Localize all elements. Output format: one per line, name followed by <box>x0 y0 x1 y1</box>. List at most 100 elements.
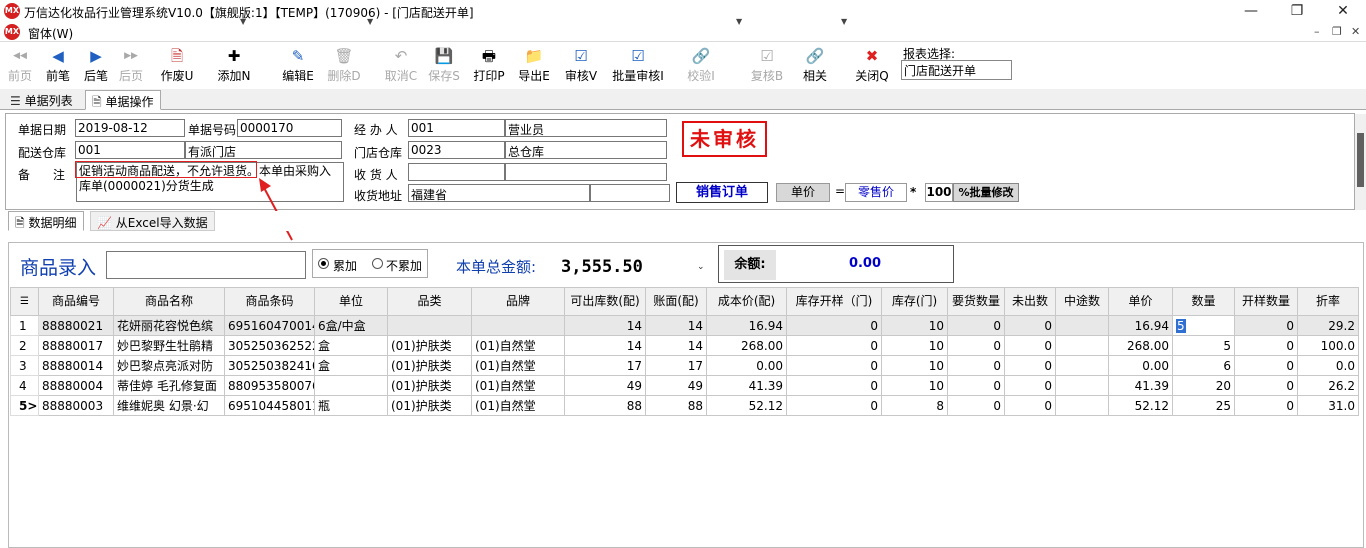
table-cell[interactable]: 695160470014 <box>224 315 315 336</box>
toolbar-button-link[interactable]: 🔗 相关 <box>799 45 831 87</box>
table-cell[interactable]: 0 <box>786 375 882 396</box>
column-header[interactable]: 库存(门) <box>881 287 948 316</box>
mdi-restore-icon[interactable]: ❐ <box>1332 25 1342 38</box>
form-scrollbar-thumb[interactable] <box>1357 133 1364 187</box>
table-cell[interactable]: 10 <box>881 315 948 336</box>
table-cell[interactable]: 0 <box>1004 315 1056 336</box>
table-cell[interactable]: 0.00 <box>706 355 787 376</box>
column-header[interactable]: 品类 <box>387 287 472 316</box>
table-cell[interactable]: 88 <box>645 395 707 416</box>
column-header[interactable]: 可出库数(配) <box>564 287 646 316</box>
selected-cell-text[interactable]: 5 <box>1176 318 1186 333</box>
tab-document-list[interactable]: ☰ 单据列表 <box>4 90 79 110</box>
table-cell[interactable]: (01)自然堂 <box>471 355 565 376</box>
table-cell[interactable]: 0 <box>1234 355 1298 376</box>
table-cell[interactable]: (01)护肤类 <box>387 375 472 396</box>
table-cell[interactable]: 49 <box>645 375 707 396</box>
column-header[interactable]: 品牌 <box>471 287 565 316</box>
table-cell[interactable]: (01)自然堂 <box>471 375 565 396</box>
column-header[interactable]: 要货数量 <box>947 287 1005 316</box>
table-cell[interactable] <box>1055 395 1109 416</box>
table-cell[interactable]: 0 <box>1004 355 1056 376</box>
table-cell[interactable]: (01)自然堂 <box>471 335 565 356</box>
handler-code-field[interactable]: 001 <box>408 119 505 137</box>
table-cell[interactable]: 10 <box>881 375 948 396</box>
table-cell[interactable]: 41.39 <box>706 375 787 396</box>
doc-no-field[interactable]: 0000170 <box>237 119 342 137</box>
table-cell[interactable]: 695104458011 <box>224 395 315 416</box>
table-cell[interactable]: 17 <box>564 355 646 376</box>
store-warehouse-name-field[interactable]: 总仓库 <box>505 141 667 159</box>
column-header[interactable]: 成本价(配) <box>706 287 787 316</box>
table-cell[interactable]: 10 <box>881 335 948 356</box>
toolbar-button-audit[interactable]: ☑ 审核V <box>563 45 599 87</box>
column-header[interactable]: 单位 <box>314 287 388 316</box>
table-cell[interactable]: 49 <box>564 375 646 396</box>
receiver-extra-field[interactable] <box>505 163 667 181</box>
address-extra-field[interactable] <box>590 184 670 202</box>
table-cell[interactable]: 88880021 <box>38 315 114 336</box>
table-cell[interactable]: 14 <box>645 315 707 336</box>
toolbar-button-prev-record[interactable]: ◀ 前笔 <box>41 45 75 87</box>
table-cell[interactable] <box>314 375 388 396</box>
row-header-corner[interactable]: ☰ <box>10 287 39 316</box>
table-row[interactable]: 4 88880004 蒂佳婷 毛孔修复面 880953580076 (01)护肤类 (01… <box>10 375 1359 396</box>
column-header[interactable]: 中途数 <box>1055 287 1109 316</box>
product-entry-input[interactable] <box>106 251 306 279</box>
table-cell[interactable]: 0 <box>947 335 1005 356</box>
menu-window[interactable]: 窗体(W) <box>28 25 73 42</box>
table-cell[interactable]: 8 <box>881 395 948 416</box>
toolbar-button-add[interactable]: ✚ 添加N <box>214 45 254 87</box>
table-cell[interactable]: 41.39 <box>1108 375 1173 396</box>
toolbar-button-close[interactable]: ✖ 关闭Q <box>852 45 892 87</box>
table-cell[interactable]: 0 <box>786 315 882 336</box>
row-header[interactable]: 3 <box>10 355 39 376</box>
toolbar-button-save[interactable]: 💾 保存S <box>424 45 464 87</box>
accumulate-radio[interactable] <box>318 258 329 269</box>
toolbar-button-next-record[interactable]: ▶ 后笔 <box>79 45 113 87</box>
row-header[interactable]: 1 <box>10 315 39 336</box>
column-header[interactable]: 商品条码 <box>224 287 315 316</box>
batch-modify-button[interactable]: %批量修改 <box>953 183 1019 202</box>
table-cell[interactable]: 88880003 <box>38 395 114 416</box>
table-cell[interactable]: 88880017 <box>38 335 114 356</box>
table-cell[interactable]: 0 <box>947 395 1005 416</box>
store-warehouse-code-field[interactable]: 0023 <box>408 141 505 159</box>
table-cell[interactable]: 268.00 <box>706 335 787 356</box>
column-header[interactable]: 库存开样（门) <box>786 287 882 316</box>
table-cell[interactable]: 0.00 <box>1108 355 1173 376</box>
toolbar-button-batch-audit[interactable]: ☑ 批量审核I <box>607 45 669 87</box>
table-cell[interactable]: 6盒/中盒 <box>314 315 388 336</box>
table-cell[interactable]: 蒂佳婷 毛孔修复面 <box>113 375 225 396</box>
table-cell[interactable]: 6 <box>1172 355 1235 376</box>
toolbar-button-next-page[interactable]: ▶▶ 后页 <box>116 45 146 87</box>
no-accumulate-radio[interactable] <box>372 258 383 269</box>
table-cell[interactable]: 妙巴黎点亮派对防 <box>113 355 225 376</box>
table-cell[interactable]: (01)护肤类 <box>387 335 472 356</box>
warehouse-code-field[interactable]: 001 <box>75 141 185 159</box>
tab-data-detail[interactable]: 🗎 数据明细 <box>8 211 84 231</box>
table-cell[interactable] <box>1055 375 1109 396</box>
table-cell[interactable]: 25 <box>1172 395 1235 416</box>
mdi-minimize-icon[interactable]: – <box>1314 25 1320 38</box>
warehouse-name-field[interactable]: 有派门店 <box>185 141 342 159</box>
table-cell[interactable]: 52.12 <box>706 395 787 416</box>
table-cell[interactable]: (01)护肤类 <box>387 355 472 376</box>
table-cell[interactable]: 88 <box>564 395 646 416</box>
price-type-select[interactable]: 零售价 <box>845 183 907 202</box>
table-row[interactable]: 5> 88880003 维维妮奥 幻景·幻 695104458011 瓶 (01)护肤类(… <box>10 395 1359 416</box>
table-cell[interactable] <box>1055 315 1109 336</box>
row-header[interactable]: 2 <box>10 335 39 356</box>
table-cell[interactable]: 5 <box>1172 335 1235 356</box>
table-cell[interactable]: 花妍丽花容悦色缤 <box>113 315 225 336</box>
table-cell[interactable]: 31.0 <box>1297 395 1359 416</box>
column-header[interactable]: 开样数量 <box>1234 287 1298 316</box>
table-cell[interactable]: 88880014 <box>38 355 114 376</box>
table-cell[interactable]: 0 <box>1234 315 1298 336</box>
table-cell[interactable]: 100.0 <box>1297 335 1359 356</box>
column-header[interactable]: 商品编号 <box>38 287 114 316</box>
report-select-input[interactable]: 门店配送开单 <box>901 60 1012 80</box>
add-dropdown-arrow-icon[interactable]: ▼ <box>240 17 246 26</box>
table-cell[interactable]: 305250362522 <box>224 335 315 356</box>
column-header[interactable]: 账面(配) <box>645 287 707 316</box>
